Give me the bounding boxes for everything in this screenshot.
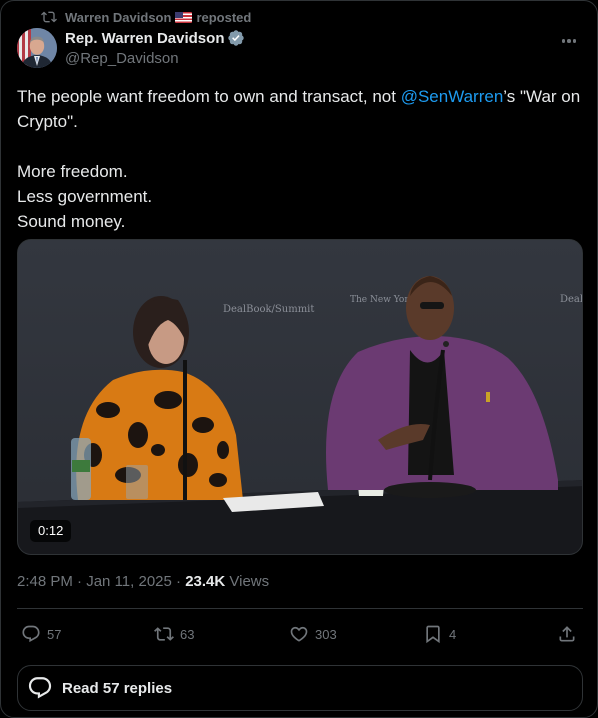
repost-count: 63 xyxy=(180,626,195,642)
backdrop-text: DealBook/Summit xyxy=(223,304,314,315)
bookmark-count: 4 xyxy=(449,626,457,642)
repost-icon xyxy=(154,627,174,641)
repost-icon xyxy=(41,11,57,23)
bookmark-button[interactable]: 4 xyxy=(423,621,456,647)
more-dot-icon xyxy=(561,39,566,43)
tweet-text-line: Less government. xyxy=(17,187,153,206)
avatar[interactable] xyxy=(17,28,57,68)
repost-button[interactable]: 63 xyxy=(154,621,194,647)
reply-button[interactable]: 57 xyxy=(21,621,61,647)
more-options-button[interactable] xyxy=(558,31,580,51)
verified-badge-icon xyxy=(228,30,245,46)
divider xyxy=(17,608,583,609)
more-dot-icon xyxy=(572,39,577,43)
tweet-text-line: Sound money. xyxy=(17,212,126,231)
share-icon xyxy=(559,626,575,642)
video-player[interactable]: DealBook/Summit The New York Times Deal xyxy=(17,239,583,555)
bookmark-icon xyxy=(426,625,440,644)
tweet-date[interactable]: Jan 11, 2025 xyxy=(86,573,172,590)
tweet-card: Warren Davidson reposted Rep. Warren Dav… xyxy=(0,0,598,718)
us-flag-icon xyxy=(175,11,193,23)
reply-icon xyxy=(22,625,40,643)
repost-user-name: Warren Davidson xyxy=(65,9,172,25)
action-bar: 57 63 303 4 xyxy=(17,621,583,647)
reply-count: 57 xyxy=(47,626,62,642)
author-display-name[interactable]: Rep. Warren Davidson xyxy=(65,30,224,47)
views-label: Views xyxy=(225,573,270,590)
backdrop-text: Deal xyxy=(560,294,583,305)
repost-header[interactable]: Warren Davidson reposted xyxy=(41,7,251,27)
like-button[interactable]: 303 xyxy=(289,621,337,647)
video-duration-badge: 0:12 xyxy=(30,520,72,542)
views-count: 23.4K xyxy=(185,573,226,590)
read-replies-label: Read 57 replies xyxy=(62,679,173,697)
author-handle[interactable]: @Rep_Davidson xyxy=(65,50,179,67)
tweet-text-segment: The people want freedom to own and trans… xyxy=(17,87,401,106)
heart-icon xyxy=(290,626,308,642)
repost-label: reposted xyxy=(196,9,252,25)
more-dot-icon xyxy=(567,39,571,43)
mention-link[interactable]: @SenWarren xyxy=(401,87,504,106)
read-replies-button[interactable]: Read 57 replies xyxy=(17,665,583,711)
share-button[interactable] xyxy=(557,621,583,647)
video-frame: DealBook/Summit The New York Times Deal xyxy=(18,240,583,554)
like-count: 303 xyxy=(315,626,337,642)
separator-dot: · xyxy=(72,573,87,590)
reply-icon xyxy=(28,677,52,699)
tweet-metadata: 2:48 PM · Jan 11, 2025 · 23.4K Views xyxy=(17,573,269,590)
tweet-text: The people want freedom to own and trans… xyxy=(17,84,583,234)
separator-dot: · xyxy=(171,573,186,590)
tweet-time[interactable]: 2:48 PM xyxy=(17,573,73,590)
tweet-text-line: More freedom. xyxy=(17,162,128,181)
